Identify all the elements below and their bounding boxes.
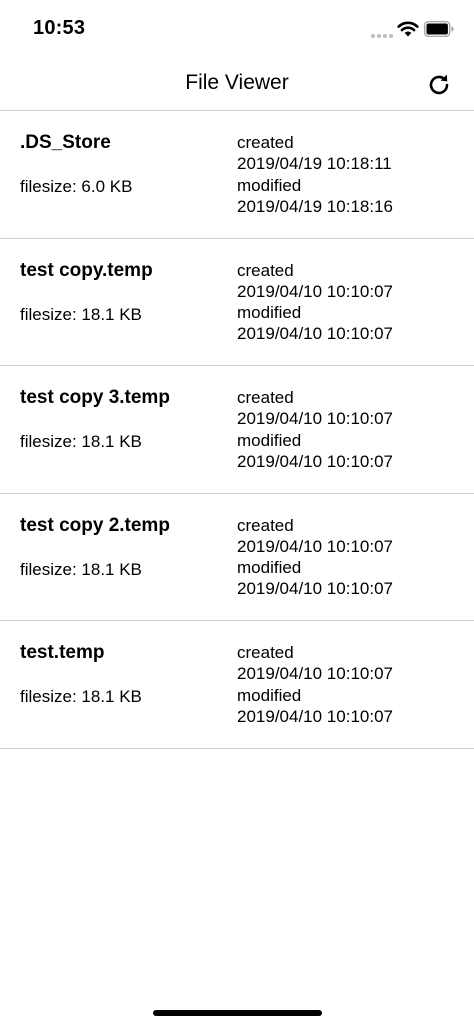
modified-label: modified: [237, 558, 302, 578]
file-dates: created 2019/04/10 10:10:07 modified 201…: [237, 387, 393, 472]
file-name: test copy 3.temp: [20, 387, 170, 408]
created-date: 2019/04/10 10:10:07: [237, 409, 393, 429]
created-label: created: [237, 260, 294, 280]
modified-label: modified: [237, 685, 302, 705]
cellular-signal-icon: [371, 28, 397, 38]
created-label: created: [237, 515, 294, 535]
file-name: test copy 2.temp: [20, 514, 170, 536]
created-date: 2019/04/10 10:10:07: [237, 281, 393, 301]
navigation-bar: File Viewer: [0, 58, 474, 111]
status-bar: 10:53: [0, 0, 474, 58]
modified-date: 2019/04/19 10:18:16: [237, 196, 393, 216]
page-title: File Viewer: [185, 71, 289, 94]
battery-icon: [424, 21, 454, 37]
file-row[interactable]: test.temp filesize: 18.1 KB created 2019…: [0, 621, 474, 749]
home-indicator[interactable]: [153, 1010, 322, 1016]
refresh-icon[interactable]: [426, 72, 452, 98]
wifi-icon: [397, 21, 419, 37]
file-row[interactable]: test copy 2.temp filesize: 18.1 KB creat…: [0, 494, 474, 621]
created-label: created: [237, 643, 294, 662]
modified-date: 2019/04/10 10:10:07: [237, 451, 393, 471]
modified-date: 2019/04/10 10:10:07: [237, 579, 393, 599]
created-date: 2019/04/10 10:10:07: [237, 536, 393, 556]
modified-label: modified: [237, 175, 302, 195]
created-label: created: [237, 133, 294, 152]
modified-date: 2019/04/10 10:10:07: [237, 324, 393, 344]
modified-label: modified: [237, 430, 302, 450]
file-size: filesize: 6.0 KB: [20, 177, 133, 196]
created-date: 2019/04/19 10:18:11: [237, 154, 392, 174]
file-size: filesize: 18.1 KB: [20, 687, 142, 706]
app-screen: 10:53 File Viewer .DS_Store filesize: 6.…: [0, 0, 474, 1026]
file-size: filesize: 18.1 KB: [20, 432, 142, 451]
status-time: 10:53: [33, 17, 86, 39]
file-name: .DS_Store: [20, 132, 111, 153]
file-row[interactable]: test copy.temp filesize: 18.1 KB created…: [0, 239, 474, 366]
file-dates: created 2019/04/10 10:10:07 modified 201…: [237, 642, 393, 727]
modified-date: 2019/04/10 10:10:07: [237, 706, 393, 726]
created-label: created: [237, 388, 294, 407]
file-name: test copy.temp: [20, 259, 153, 281]
file-dates: created 2019/04/10 10:10:07 modified 201…: [237, 515, 393, 600]
file-row[interactable]: .DS_Store filesize: 6.0 KB created 2019/…: [0, 111, 474, 239]
created-date: 2019/04/10 10:10:07: [237, 664, 393, 684]
file-list: .DS_Store filesize: 6.0 KB created 2019/…: [0, 111, 474, 749]
file-dates: created 2019/04/10 10:10:07 modified 201…: [237, 260, 393, 345]
file-row[interactable]: test copy 3.temp filesize: 18.1 KB creat…: [0, 366, 474, 494]
file-size: filesize: 18.1 KB: [20, 304, 142, 324]
modified-label: modified: [237, 303, 302, 323]
file-dates: created 2019/04/19 10:18:11 modified 201…: [237, 132, 393, 217]
file-name: test.temp: [20, 642, 105, 663]
file-size: filesize: 18.1 KB: [20, 559, 142, 579]
